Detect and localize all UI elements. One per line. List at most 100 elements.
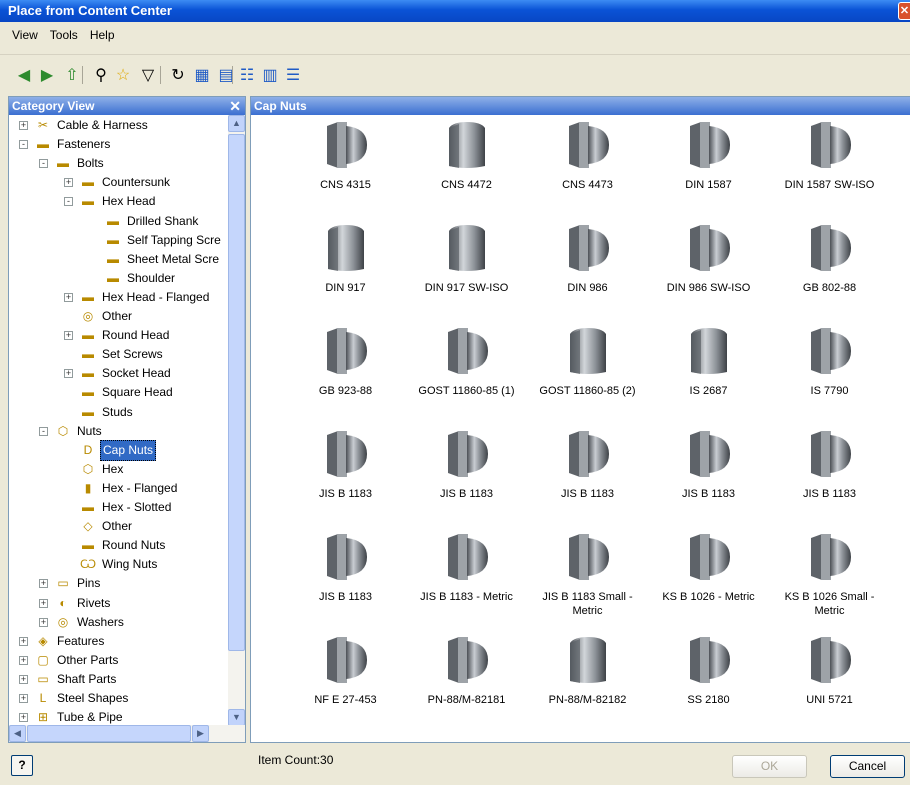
help-icon[interactable]: ? (11, 755, 33, 776)
part-item[interactable]: CNS 4473 (527, 119, 648, 192)
part-item[interactable]: PN-88/M-82182 (527, 634, 648, 707)
tree-item[interactable]: ▬ Shoulder (89, 269, 177, 288)
close-icon[interactable]: ✕ (898, 2, 910, 20)
expander-icon[interactable]: + (39, 598, 48, 608)
expander-icon[interactable]: - (39, 159, 48, 169)
part-item[interactable]: DIN 917 SW-ISO (406, 222, 527, 295)
tree-item[interactable]: ▬ Hex - Slotted (64, 498, 173, 517)
view-options-icon[interactable]: ☷ (237, 64, 257, 86)
part-item[interactable]: JIS B 1183 - Metric (406, 531, 527, 604)
tree-item[interactable]: ▬ Sheet Metal Scre (89, 250, 221, 269)
scroll-left-icon[interactable]: ◀ (9, 725, 26, 742)
part-item[interactable]: DIN 1587 SW-ISO (769, 119, 890, 192)
expander-icon[interactable]: + (64, 369, 73, 379)
expander-icon[interactable]: - (19, 140, 28, 150)
tree-item[interactable]: + ◎ Washers (39, 613, 126, 632)
expander-icon[interactable]: - (64, 197, 73, 207)
tree-item[interactable]: Ѡ Wing Nuts (64, 555, 159, 574)
part-item[interactable]: NF E 27-453 (285, 634, 406, 707)
part-item[interactable]: JIS B 1183 (527, 428, 648, 501)
expander-icon[interactable]: + (64, 178, 73, 188)
tree-view-icon[interactable]: ▦ (192, 64, 212, 86)
tree-item[interactable]: - ▬ Hex Head (64, 192, 157, 211)
part-item[interactable]: UNI 5721 (769, 634, 890, 707)
expander-icon[interactable]: + (19, 655, 28, 665)
close-panel-icon[interactable]: ✕ (229, 97, 241, 115)
tree-item[interactable]: ▬ Drilled Shank (89, 212, 200, 231)
expander-icon[interactable]: + (19, 713, 28, 723)
part-item[interactable]: CNS 4315 (285, 119, 406, 192)
table-view-icon[interactable]: ▤ (216, 64, 236, 86)
expander-icon[interactable]: - (39, 426, 48, 436)
tree-item[interactable]: + ⊞ Tube & Pipe (19, 708, 125, 726)
tree-item[interactable]: - ⬡ Nuts (39, 422, 104, 441)
part-item[interactable]: JIS B 1183 (285, 531, 406, 604)
part-item[interactable]: IS 7790 (769, 325, 890, 398)
expander-icon[interactable]: + (64, 331, 73, 341)
part-item[interactable]: JIS B 1183 (648, 428, 769, 501)
tree-item[interactable]: ▬ Self Tapping Scre (89, 231, 223, 250)
filter-icon[interactable]: ▽ (138, 64, 158, 86)
favorites-icon[interactable]: ☆ (113, 64, 133, 86)
part-item[interactable]: GOST 11860-85 (1) (406, 325, 527, 398)
expander-icon[interactable]: + (39, 617, 48, 627)
tree-item[interactable]: + ▬ Round Head (64, 326, 171, 345)
part-item[interactable]: DIN 986 (527, 222, 648, 295)
tree-item[interactable]: ◇ Other (64, 517, 134, 536)
tree-item[interactable]: + ◈ Features (19, 632, 106, 651)
part-item[interactable]: KS B 1026 Small - Metric (769, 531, 890, 618)
thumbnail-view-icon[interactable]: ▥ (260, 64, 280, 86)
tree-item[interactable]: + ▢ Other Parts (19, 651, 120, 670)
expander-icon[interactable]: + (19, 636, 28, 646)
part-item[interactable]: DIN 917 (285, 222, 406, 295)
part-item[interactable]: JIS B 1183 (285, 428, 406, 501)
tree-item[interactable]: + ▭ Shaft Parts (19, 670, 118, 689)
cancel-button[interactable]: Cancel (830, 755, 905, 778)
tree-item[interactable]: ⬡ Hex (64, 460, 125, 479)
part-item[interactable]: SS 2180 (648, 634, 769, 707)
tree-item[interactable]: ▬ Square Head (64, 383, 175, 402)
scroll-right-icon[interactable]: ▶ (192, 725, 209, 742)
expander-icon[interactable]: + (64, 292, 73, 302)
tree-item[interactable]: + ▬ Countersunk (64, 173, 172, 192)
tree-item[interactable]: ▮ Hex - Flanged (64, 479, 179, 498)
menu-view[interactable]: View (0, 22, 44, 48)
details-view-icon[interactable]: ☰ (283, 64, 303, 86)
forward-icon[interactable]: ▶ (37, 64, 57, 86)
menu-help[interactable]: Help (84, 22, 121, 48)
part-item[interactable]: PN-88/M-82181 (406, 634, 527, 707)
part-item[interactable]: JIS B 1183 (406, 428, 527, 501)
part-item[interactable]: JIS B 1183 Small - Metric (527, 531, 648, 618)
tree-item[interactable]: ▬ Studs (64, 403, 135, 422)
tree-item[interactable]: + ▭ Pins (39, 574, 102, 593)
tree-item[interactable]: + L Steel Shapes (19, 689, 130, 708)
part-item[interactable]: DIN 1587 (648, 119, 769, 192)
ok-button[interactable]: OK (732, 755, 807, 778)
tree-item[interactable]: ◎ Other (64, 307, 134, 326)
expander-icon[interactable]: + (19, 674, 28, 684)
part-item[interactable]: JIS B 1183 (769, 428, 890, 501)
scroll-thumb[interactable] (228, 134, 245, 651)
tree-item[interactable]: + ▬ Hex Head - Flanged (64, 288, 211, 307)
scroll-down-icon[interactable]: ▼ (228, 709, 245, 726)
expander-icon[interactable]: + (39, 579, 48, 589)
part-item[interactable]: IS 2687 (648, 325, 769, 398)
tree-item[interactable]: ▬ Round Nuts (64, 536, 167, 555)
part-item[interactable]: DIN 986 SW-ISO (648, 222, 769, 295)
up-folder-icon[interactable]: ⇧ (62, 64, 82, 86)
tree-item[interactable]: D Cap Nuts (64, 439, 157, 461)
tree-item[interactable]: + ✂ Cable & Harness (19, 116, 150, 135)
part-item[interactable]: GB 923-88 (285, 325, 406, 398)
horizontal-scrollbar[interactable]: ◀ ▶ (9, 725, 245, 742)
vertical-scrollbar[interactable]: ▲ ▼ (228, 115, 245, 726)
part-item[interactable]: KS B 1026 - Metric (648, 531, 769, 604)
tree-item[interactable]: ▬ Set Screws (64, 345, 165, 364)
part-item[interactable]: CNS 4472 (406, 119, 527, 192)
part-item[interactable]: GB 802-88 (769, 222, 890, 295)
back-icon[interactable]: ◀ (14, 64, 34, 86)
tree-item[interactable]: - ▬ Fasteners (19, 135, 112, 154)
tree-item[interactable]: - ▬ Bolts (39, 154, 106, 173)
scroll-up-icon[interactable]: ▲ (228, 115, 245, 132)
expander-icon[interactable]: + (19, 121, 28, 130)
horizontal-scroll-thumb[interactable] (27, 725, 191, 742)
